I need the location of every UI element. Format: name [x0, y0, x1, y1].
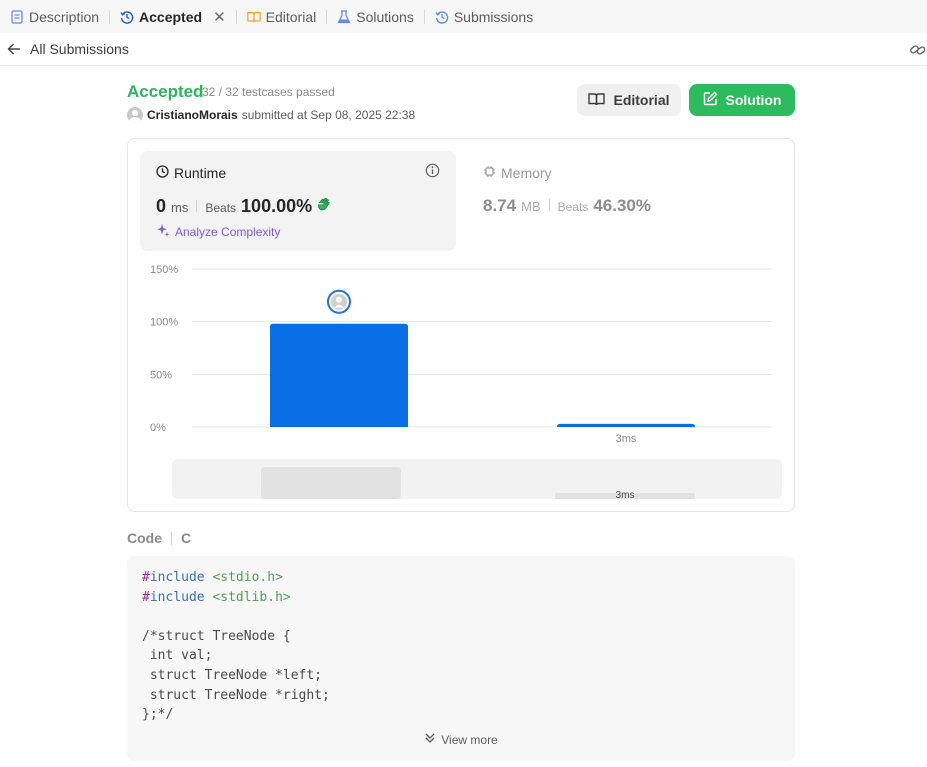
tab-label: Editorial [265, 8, 317, 25]
preprocessor-keyword: include [149, 570, 205, 585]
code-line: /*struct TreeNode { [142, 628, 291, 644]
tab-divider [235, 9, 237, 24]
edit-icon [703, 91, 718, 109]
chevron-double-down-icon [424, 732, 436, 747]
link-icon[interactable] [909, 42, 927, 58]
divider [171, 531, 172, 545]
beats-label: Beats [205, 201, 237, 215]
include-path: <stdio.h> [204, 570, 283, 585]
divider [196, 200, 198, 212]
tab-label: Solutions [356, 8, 414, 25]
runtime-value: 0 [156, 196, 167, 216]
arrow-left-icon[interactable] [7, 42, 21, 56]
code-line: struct TreeNode *left; [142, 667, 323, 683]
y-tick-label: 150% [150, 264, 178, 276]
submission-author: CristianoMorais submitted at Sep 08, 202… [127, 107, 415, 123]
code-block[interactable]: #include <stdio.h> #include <stdlib.h>/*s… [127, 556, 795, 761]
code-line: #include <stdlib.h> [142, 588, 330, 608]
clock-icon [156, 165, 169, 181]
view-more-label: View more [441, 732, 498, 747]
y-tick-label: 0% [150, 422, 166, 434]
view-more-button[interactable]: View more [127, 732, 795, 747]
memory-unit: MB [521, 199, 541, 214]
all-submissions-link[interactable]: All Submissions [30, 41, 129, 57]
runtime-values: 0 ms Beats 100.00% [156, 196, 332, 217]
testcases-passed: 32 / 32 testcases passed [202, 85, 335, 99]
tab-divider [326, 9, 328, 24]
runtime-unit: ms [171, 200, 189, 215]
memory-value: 8.74 [483, 196, 517, 215]
preprocessor-hash: # [142, 589, 150, 605]
memory-title[interactable]: Memory [483, 165, 552, 181]
clap-icon [316, 197, 332, 212]
tab-label: Submissions [453, 8, 534, 25]
code-line: #include <stdio.h> [142, 568, 330, 588]
y-tick-label: 50% [150, 369, 172, 381]
code-line: };*/ [142, 707, 174, 723]
tab-description[interactable]: Description [10, 0, 99, 33]
editorial-button-label: Editorial [613, 92, 670, 108]
tab-label: Description [29, 8, 100, 25]
runtime-panel[interactable]: Runtime 0 ms Beats 100.00% Analyze Compl… [140, 151, 456, 251]
analyze-complexity-link[interactable]: Analyze Complexity [156, 223, 280, 240]
description-icon [10, 9, 24, 24]
x-tick-label: 3ms [616, 433, 637, 445]
history-icon [435, 10, 449, 24]
code-language: C [181, 530, 192, 546]
code-line: int val; [142, 648, 213, 664]
memory-label: Memory [501, 165, 552, 181]
include-path: <stdlib.h> [204, 589, 291, 605]
tab-divider [109, 9, 111, 24]
tab-submissions[interactable]: Submissions [435, 0, 533, 33]
runtime-distribution-chart: 150% 100% 50% 0% 3ms 3ms [150, 264, 782, 501]
code-lines: #include <stdio.h> #include <stdlib.h>/*s… [142, 568, 330, 725]
sparkle-icon [156, 223, 170, 240]
memory-beats-value: 46.30% [593, 196, 651, 215]
all-submissions-bar: All Submissions [0, 33, 927, 66]
preprocessor-hash: # [142, 570, 150, 585]
book-icon [246, 10, 261, 24]
author-name[interactable]: CristianoMorais [147, 108, 238, 122]
chip-icon [483, 165, 496, 181]
close-icon[interactable]: ✕ [213, 8, 226, 26]
code-label: Code [127, 530, 162, 546]
y-tick-label: 100% [150, 317, 178, 329]
info-icon[interactable] [425, 163, 440, 178]
beats-label: Beats [557, 200, 589, 214]
submission-status: Accepted [127, 82, 204, 101]
history-icon [120, 10, 134, 24]
analyze-label: Analyze Complexity [175, 224, 281, 239]
divider [548, 199, 550, 211]
tab-accepted[interactable]: Accepted ✕ [120, 0, 226, 33]
tab-bar: Description Accepted ✕ Editorial Solutio… [0, 0, 927, 33]
runtime-beats-value: 100.00% [241, 196, 313, 216]
solution-button[interactable]: Solution [689, 84, 795, 116]
preprocessor-keyword: include [149, 589, 205, 605]
runtime-bar [557, 423, 695, 427]
code-header: Code C [127, 530, 191, 546]
memory-values: 8.74 MB Beats 46.30% [483, 196, 651, 216]
avatar-head [336, 296, 342, 303]
book-icon [588, 92, 606, 109]
performance-card: Runtime 0 ms Beats 100.00% Analyze Compl… [127, 138, 795, 512]
runtime-title: Runtime [156, 165, 226, 181]
runtime-bar [270, 323, 408, 427]
editorial-button[interactable]: Editorial [577, 84, 681, 116]
tab-divider [423, 9, 425, 24]
tab-label: Accepted [139, 8, 203, 25]
flask-icon [337, 9, 351, 24]
solution-button-label: Solution [725, 92, 782, 108]
tab-solutions[interactable]: Solutions [337, 0, 414, 33]
avatar[interactable] [127, 107, 143, 123]
range-selector-label: 3ms [616, 490, 635, 501]
runtime-label: Runtime [174, 165, 227, 181]
code-line: struct TreeNode *right; [142, 687, 330, 703]
range-selector-bar [261, 467, 401, 499]
tab-editorial[interactable]: Editorial [246, 0, 317, 33]
submitted-time: submitted at Sep 08, 2025 22:38 [241, 108, 416, 122]
